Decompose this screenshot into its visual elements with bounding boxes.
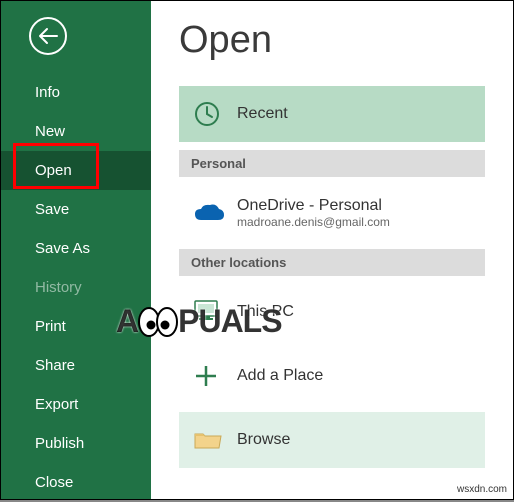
thispc-icon (193, 299, 223, 325)
sidebar: Info New Open Save Save As History Print… (1, 1, 151, 499)
nav-share[interactable]: Share (1, 346, 151, 385)
option-thispc[interactable]: This PC (179, 284, 485, 340)
nav-publish[interactable]: Publish (1, 424, 151, 463)
backstage-frame: Info New Open Save Save As History Print… (0, 0, 514, 500)
recent-label: Recent (237, 105, 288, 123)
nav-save[interactable]: Save (1, 190, 151, 229)
nav-new[interactable]: New (1, 112, 151, 151)
page-title: Open (179, 19, 485, 62)
addplace-icon (193, 363, 219, 389)
section-other: Other locations (179, 249, 485, 276)
nav-print[interactable]: Print (1, 307, 151, 346)
clock-icon (193, 100, 221, 128)
thispc-label: This PC (237, 303, 294, 321)
option-browse[interactable]: Browse (179, 412, 485, 468)
back-button[interactable] (29, 17, 67, 55)
browse-label: Browse (237, 431, 290, 449)
back-arrow-icon (37, 27, 59, 45)
option-onedrive[interactable]: OneDrive - Personal madroane.denis@gmail… (179, 185, 485, 241)
onedrive-label: OneDrive - Personal (237, 197, 390, 215)
section-personal: Personal (179, 150, 485, 177)
option-recent[interactable]: Recent (179, 86, 485, 142)
onedrive-email: madroane.denis@gmail.com (237, 215, 390, 229)
addplace-label: Add a Place (237, 367, 323, 385)
nav-history: History (1, 268, 151, 307)
nav-info[interactable]: Info (1, 73, 151, 112)
folder-icon (193, 428, 223, 452)
option-addplace[interactable]: Add a Place (179, 348, 485, 404)
nav-close[interactable]: Close (1, 463, 151, 502)
onedrive-icon (193, 202, 225, 224)
main-panel: Open Recent Personal OneDrive - Personal… (151, 1, 513, 499)
nav-open[interactable]: Open (1, 151, 151, 190)
nav-export[interactable]: Export (1, 385, 151, 424)
nav-save-as[interactable]: Save As (1, 229, 151, 268)
